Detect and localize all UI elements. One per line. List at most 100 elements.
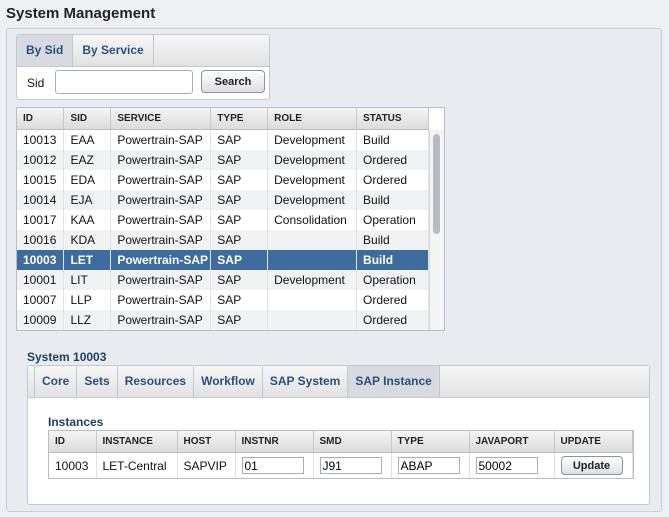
cell-id: 10015 (17, 170, 65, 190)
sid-label: Sid (27, 76, 45, 90)
table-row[interactable]: 10012 EAZ Powertrain-SAP SAP Development Orde… (17, 150, 429, 170)
cell-service: Powertrain-SAP (110, 170, 212, 190)
cell-type: SAP (210, 170, 269, 190)
cell-id: 10012 (17, 150, 65, 170)
tab-sap-system[interactable]: SAP System (261, 366, 347, 397)
cell-sid: EJA (63, 190, 112, 210)
cell-type: SAP (210, 290, 269, 310)
inst-col-type: TYPE (391, 431, 470, 453)
tab-sap-instance[interactable]: SAP Instance (347, 366, 440, 397)
col-header-sid[interactable]: SID (63, 108, 112, 130)
tab-sets[interactable]: Sets (76, 366, 116, 397)
cell-type: SAP (210, 230, 269, 250)
scrollbar-thumb[interactable] (433, 134, 440, 234)
col-header-type[interactable]: TYPE (210, 108, 269, 130)
instance-id: 10003 (49, 452, 97, 478)
col-header-id[interactable]: ID (17, 108, 65, 130)
cell-service: Powertrain-SAP (110, 250, 212, 270)
instance-type-cell (391, 452, 470, 478)
tab-core[interactable]: Core (34, 366, 76, 397)
col-header-service[interactable]: SERVICE (110, 108, 212, 130)
cell-role: Development (267, 129, 358, 150)
javaport-input[interactable] (475, 457, 538, 474)
cell-sid: EDA (63, 170, 112, 190)
instance-javaport-cell (469, 452, 555, 478)
search-panel: By Sid By Service Sid Search (16, 34, 270, 100)
cell-id: 10001 (17, 270, 65, 290)
cell-sid: LET (63, 250, 112, 270)
instance-name: LET-Central (96, 452, 178, 478)
table-row[interactable]: 10016 KDA Powertrain-SAP SAP Build (17, 230, 429, 250)
cell-id: 10016 (17, 230, 65, 250)
table-row[interactable]: 10001 LIT Powertrain-SAP SAP Development Oper… (17, 270, 429, 290)
cell-role (267, 230, 358, 250)
inst-col-instnr: INSTNR (235, 431, 314, 453)
tab-resources[interactable]: Resources (116, 366, 193, 397)
detail-tabbar: Core Sets Resources Workflow SAP System … (28, 366, 649, 398)
cell-id: 10014 (17, 190, 65, 210)
search-button[interactable]: Search (201, 70, 265, 93)
inst-col-update: UPDATE (554, 431, 633, 453)
cell-id: 10013 (17, 129, 65, 150)
cell-role: Development (267, 170, 358, 190)
table-scrollbar[interactable] (429, 130, 444, 330)
cell-status: Operation (356, 210, 429, 230)
cell-role (267, 290, 358, 310)
page-title: System Management (6, 5, 156, 22)
inst-col-instance: INSTANCE (96, 431, 178, 453)
cell-type: SAP (210, 310, 269, 330)
cell-id: 10009 (17, 310, 65, 330)
table-row[interactable]: 10015 EDA Powertrain-SAP SAP Development Orde… (17, 170, 429, 190)
system-detail-title: System 10003 (27, 350, 107, 364)
col-header-role[interactable]: ROLE (267, 108, 358, 130)
table-row[interactable]: 10013 EAA Powertrain-SAP SAP Development Buil… (17, 129, 429, 150)
cell-status: Build (356, 129, 429, 150)
cell-role: Development (267, 150, 358, 170)
cell-role: Development (267, 270, 358, 290)
instances-title: Instances (48, 415, 104, 429)
cell-status: Ordered (356, 290, 429, 310)
table-row[interactable]: 10003 LET Powertrain-SAP SAP Build (17, 250, 429, 270)
cell-service: Powertrain-SAP (110, 290, 212, 310)
cell-sid: EAA (63, 129, 112, 150)
sid-input[interactable] (55, 70, 193, 94)
table-row[interactable]: 10009 LLZ Powertrain-SAP SAP Ordered (17, 310, 429, 330)
inst-col-host: HOST (177, 431, 236, 453)
cell-type: SAP (210, 150, 269, 170)
cell-type: SAP (210, 250, 269, 270)
inst-col-javaport: JAVAPORT (469, 431, 555, 453)
cell-sid: EAZ (63, 150, 112, 170)
cell-sid: KAA (63, 210, 112, 230)
col-header-status[interactable]: STATUS (356, 108, 429, 130)
inst-col-smd: SMD (313, 431, 392, 453)
systems-table: ID SID SERVICE TYPE ROLE STATUS 10013 EAA… (16, 107, 445, 331)
cell-id: 10003 (17, 250, 65, 270)
cell-id: 10017 (17, 210, 65, 230)
instance-row: 10003 LET-Central SAPVIP Update (49, 452, 633, 478)
tab-workflow[interactable]: Workflow (193, 366, 262, 397)
table-row[interactable]: 10017 KAA Powertrain-SAP SAP Consolidation Op… (17, 210, 429, 230)
systems-header-row: ID SID SERVICE TYPE ROLE STATUS (17, 108, 429, 130)
tab-by-sid[interactable]: By Sid (17, 35, 74, 66)
search-tabbar: By Sid By Service (17, 35, 269, 67)
cell-status: Build (356, 190, 429, 210)
smd-input[interactable] (319, 457, 382, 474)
instance-update-cell: Update (554, 452, 633, 478)
cell-type: SAP (210, 129, 269, 150)
cell-id: 10007 (17, 290, 65, 310)
cell-type: SAP (210, 210, 269, 230)
table-row[interactable]: 10014 EJA Powertrain-SAP SAP Development Buil… (17, 190, 429, 210)
cell-status: Build (356, 230, 429, 250)
instnr-input[interactable] (241, 457, 304, 474)
tab-by-service[interactable]: By Service (73, 35, 154, 66)
instances-header-row: ID INSTANCE HOST INSTNR SMD TYPE JAVAPOR… (49, 431, 633, 453)
update-button[interactable]: Update (560, 456, 623, 475)
cell-type: SAP (210, 270, 269, 290)
instance-instnr-cell (235, 452, 314, 478)
table-row[interactable]: 10007 LLP Powertrain-SAP SAP Ordered (17, 290, 429, 310)
cell-role (267, 310, 358, 330)
type-input[interactable] (397, 457, 460, 474)
cell-service: Powertrain-SAP (110, 129, 212, 150)
cell-role: Consolidation (267, 210, 358, 230)
cell-type: SAP (210, 190, 269, 210)
